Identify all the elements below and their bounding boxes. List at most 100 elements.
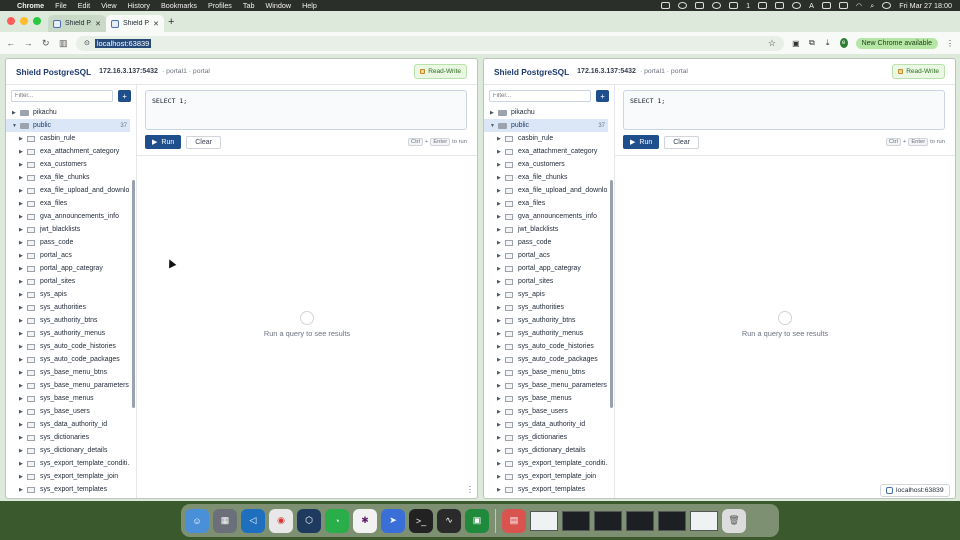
tree-table-item[interactable]: ▶ sys_export_template_conditi... <box>484 457 608 470</box>
chevron-right-icon[interactable]: ▶ <box>497 357 505 363</box>
chevron-right-icon[interactable]: ▶ <box>497 149 505 155</box>
chevron-right-icon[interactable]: ▶ <box>497 292 505 298</box>
status-app-icon[interactable] <box>661 2 671 9</box>
chevron-right-icon[interactable]: ▶ <box>19 370 27 376</box>
tree-table-item[interactable]: ▶ sys_base_menu_btns <box>6 366 130 379</box>
tree-table-item[interactable]: ▶ sys_authority_menus <box>6 327 130 340</box>
chevron-right-icon[interactable]: ▶ <box>497 305 505 311</box>
wechat-status-icon[interactable] <box>729 2 739 9</box>
tree-database-pikachu[interactable]: ▶ pikachu <box>6 106 130 119</box>
address-url[interactable]: localhost:63839 <box>94 38 152 48</box>
tree-table-item[interactable]: ▶ sys_base_users <box>6 405 130 418</box>
chevron-right-icon[interactable]: ▶ <box>497 318 505 324</box>
tab-close-icon[interactable]: ✕ <box>95 20 101 28</box>
chevron-right-icon[interactable]: ▶ <box>497 136 505 142</box>
launchpad-icon[interactable]: ▦ <box>213 508 237 533</box>
chevron-down-icon[interactable]: ▼ <box>12 123 20 129</box>
tree-table-item[interactable]: ▶ sys_authority_btns <box>484 314 608 327</box>
status-app-icon[interactable] <box>678 2 688 9</box>
tree-table-item[interactable]: ▶ sys_authorities <box>484 301 608 314</box>
add-connection-button[interactable]: + <box>118 90 131 102</box>
trash-icon[interactable]: 🗑 <box>722 508 746 533</box>
chrome-icon[interactable]: ◉ <box>269 508 293 533</box>
extensions-puzzle-icon[interactable]: ⧉ <box>808 38 816 48</box>
tree-table-item[interactable]: ▶ sys_base_menu_parameters <box>484 379 608 392</box>
clear-button[interactable]: Clear <box>664 135 699 149</box>
control-center-icon[interactable] <box>882 2 892 9</box>
chevron-right-icon[interactable]: ▶ <box>497 240 505 246</box>
app-icon[interactable]: ⬡ <box>297 508 321 533</box>
chevron-right-icon[interactable]: ▶ <box>497 344 505 350</box>
minimized-window-thumbnail[interactable] <box>658 510 686 531</box>
tree-table-item[interactable]: ▶ sys_base_menu_btns <box>484 366 608 379</box>
tree-table-item[interactable]: ▶ pass_code <box>484 236 608 249</box>
minimized-window-thumbnail[interactable] <box>562 510 590 531</box>
app-icon[interactable]: ➤ <box>381 508 405 533</box>
chevron-right-icon[interactable]: ▶ <box>19 487 27 493</box>
tree-table-item[interactable]: ▶ gva_announcements_info <box>6 210 130 223</box>
chevron-right-icon[interactable]: ▶ <box>19 331 27 337</box>
status-app-icon[interactable] <box>712 2 722 9</box>
tree-table-item[interactable]: ▶ gva_announcements_info <box>484 210 608 223</box>
tree-table-item[interactable]: ▶ sys_base_menu_parameters <box>6 379 130 392</box>
chevron-right-icon[interactable]: ▶ <box>497 214 505 220</box>
chevron-right-icon[interactable]: ▶ <box>497 370 505 376</box>
tree-table-item[interactable]: ▶ sys_base_menus <box>484 392 608 405</box>
tree-table-item[interactable]: ▶ sys_authority_btns <box>6 314 130 327</box>
status-app-icon[interactable] <box>758 2 768 9</box>
minimized-window-thumbnail[interactable] <box>690 510 718 531</box>
tree-table-item[interactable]: ▶ sys_export_template_join <box>484 470 608 483</box>
vscode-icon[interactable]: ◁ <box>241 508 265 533</box>
minimized-window-thumbnail[interactable] <box>530 510 558 531</box>
chevron-right-icon[interactable]: ▶ <box>497 188 505 194</box>
battery-icon[interactable] <box>838 2 848 9</box>
tree-table-item[interactable]: ▶ sys_dictionaries <box>484 431 608 444</box>
chevron-right-icon[interactable]: ▶ <box>19 344 27 350</box>
chevron-right-icon[interactable]: ▶ <box>497 266 505 272</box>
tree-table-item[interactable]: ▶ portal_sites <box>6 275 130 288</box>
tree-table-item[interactable]: ▶ portal_app_categray <box>484 262 608 275</box>
tree-table-item[interactable]: ▶ sys_base_users <box>484 405 608 418</box>
tree-table-item[interactable]: ▶ casbin_rule <box>484 132 608 145</box>
chevron-right-icon[interactable]: ▶ <box>19 162 27 168</box>
forward-icon[interactable]: → <box>23 38 33 48</box>
menu-tab[interactable]: Tab <box>243 1 255 10</box>
chevron-right-icon[interactable]: ▶ <box>19 461 27 467</box>
tree-table-item[interactable]: ▶ casbin_rule <box>6 132 130 145</box>
chevron-right-icon[interactable]: ▶ <box>19 409 27 415</box>
tree-table-item[interactable]: ▶ jwt_blacklists <box>484 223 608 236</box>
tree-table-item[interactable]: ▶ pass_code <box>6 236 130 249</box>
tree-table-item[interactable]: ▶ exa_file_upload_and_downlo... <box>484 184 608 197</box>
profile-avatar[interactable]: e <box>839 38 848 48</box>
sidebar-scrollbar[interactable] <box>132 180 135 408</box>
chevron-right-icon[interactable]: ▶ <box>497 331 505 337</box>
new-chrome-available-button[interactable]: New Chrome available <box>855 37 938 49</box>
tree-table-item[interactable]: ▶ sys_auto_code_histories <box>484 340 608 353</box>
tree-table-item[interactable]: ▶ sys_export_templates <box>484 483 608 496</box>
tab-close-icon[interactable]: ✕ <box>153 20 159 28</box>
chevron-right-icon[interactable]: ▶ <box>19 396 27 402</box>
tree-table-item[interactable]: ▶ sys_authority_menus <box>484 327 608 340</box>
chevron-right-icon[interactable]: ▶ <box>19 292 27 298</box>
tree-table-item[interactable]: ▶ portal_acs <box>6 249 130 262</box>
menu-help[interactable]: Help <box>302 1 317 10</box>
sql-editor[interactable]: SELECT 1; <box>623 90 945 130</box>
chevron-right-icon[interactable]: ▶ <box>497 383 505 389</box>
tree-table-item[interactable]: ▶ sys_data_authority_id <box>484 418 608 431</box>
tree-table-item[interactable]: ▶ sys_dictionary_details <box>484 444 608 457</box>
sql-editor[interactable]: SELECT 1; <box>145 90 467 130</box>
chevron-right-icon[interactable]: ▶ <box>19 448 27 454</box>
chrome-menu-icon[interactable]: ⋮ <box>946 38 954 48</box>
tree-table-item[interactable]: ▶ exa_customers <box>484 158 608 171</box>
chevron-right-icon[interactable]: ▶ <box>497 175 505 181</box>
database-app-icon[interactable]: ▤ <box>502 508 526 533</box>
input-source-badge[interactable]: A <box>809 1 814 10</box>
chevron-right-icon[interactable]: ▶ <box>19 240 27 246</box>
new-tab-button[interactable]: + <box>168 16 174 28</box>
clear-button[interactable]: Clear <box>186 135 221 149</box>
add-connection-button[interactable]: + <box>596 90 609 102</box>
read-write-badge[interactable]: Read-Write <box>414 64 467 79</box>
app-icon[interactable]: ▣ <box>465 508 489 533</box>
filter-input[interactable] <box>489 90 592 102</box>
chevron-right-icon[interactable]: ▶ <box>497 422 505 428</box>
